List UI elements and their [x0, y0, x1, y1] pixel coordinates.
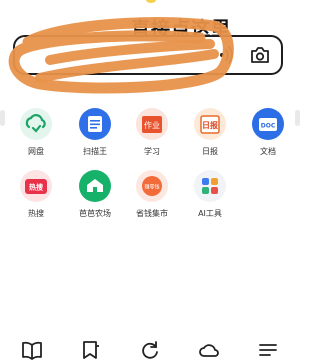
app-label: 文档 [260, 147, 276, 156]
search-box[interactable] [13, 35, 283, 75]
daily-report-badge: 日报 [202, 120, 218, 130]
cloud-icon[interactable] [198, 340, 220, 360]
app-label: 芭芭农场 [79, 209, 111, 218]
app-label: 网盘 [28, 147, 44, 156]
app-label: 扫描王 [83, 147, 107, 156]
ai-tools-icon [194, 170, 226, 202]
voice-icon[interactable] [217, 45, 237, 65]
bottom-nav [0, 336, 300, 364]
app-row-2: 热搜 热搜 芭芭农场 赚零钱 省钱集市 AI工具 [0, 170, 300, 230]
hot-search-badge: 热搜 [29, 183, 44, 192]
app-label: 日报 [202, 147, 218, 156]
hot-search-icon: 热搜 [20, 170, 52, 202]
farm-icon [79, 170, 111, 202]
bookmark-icon[interactable] [80, 340, 102, 360]
market-badge: 赚零钱 [144, 184, 159, 191]
status-dot [146, 0, 156, 3]
app-label: 热搜 [28, 209, 44, 218]
doc-icon: DOC [252, 108, 284, 140]
homework-icon: 作业 [136, 108, 168, 140]
app-label: 省钱集市 [136, 209, 168, 218]
menu-icon[interactable] [257, 340, 279, 360]
app-label: AI工具 [198, 209, 222, 218]
refresh-icon[interactable] [139, 340, 161, 360]
book-icon[interactable] [21, 340, 43, 360]
app-label: 学习 [144, 147, 160, 156]
homework-badge: 作业 [144, 120, 160, 130]
camera-icon[interactable] [249, 45, 271, 65]
scanner-icon [79, 108, 111, 140]
market-icon: 赚零钱 [136, 170, 168, 202]
cloud-drive-icon [20, 108, 52, 140]
daily-report-icon: 日报 [194, 108, 226, 140]
doc-badge: DOC [261, 123, 276, 130]
app-row-1: 网盘 扫描王 作业 学习 日报 日报 DOC 文档 [0, 108, 300, 168]
